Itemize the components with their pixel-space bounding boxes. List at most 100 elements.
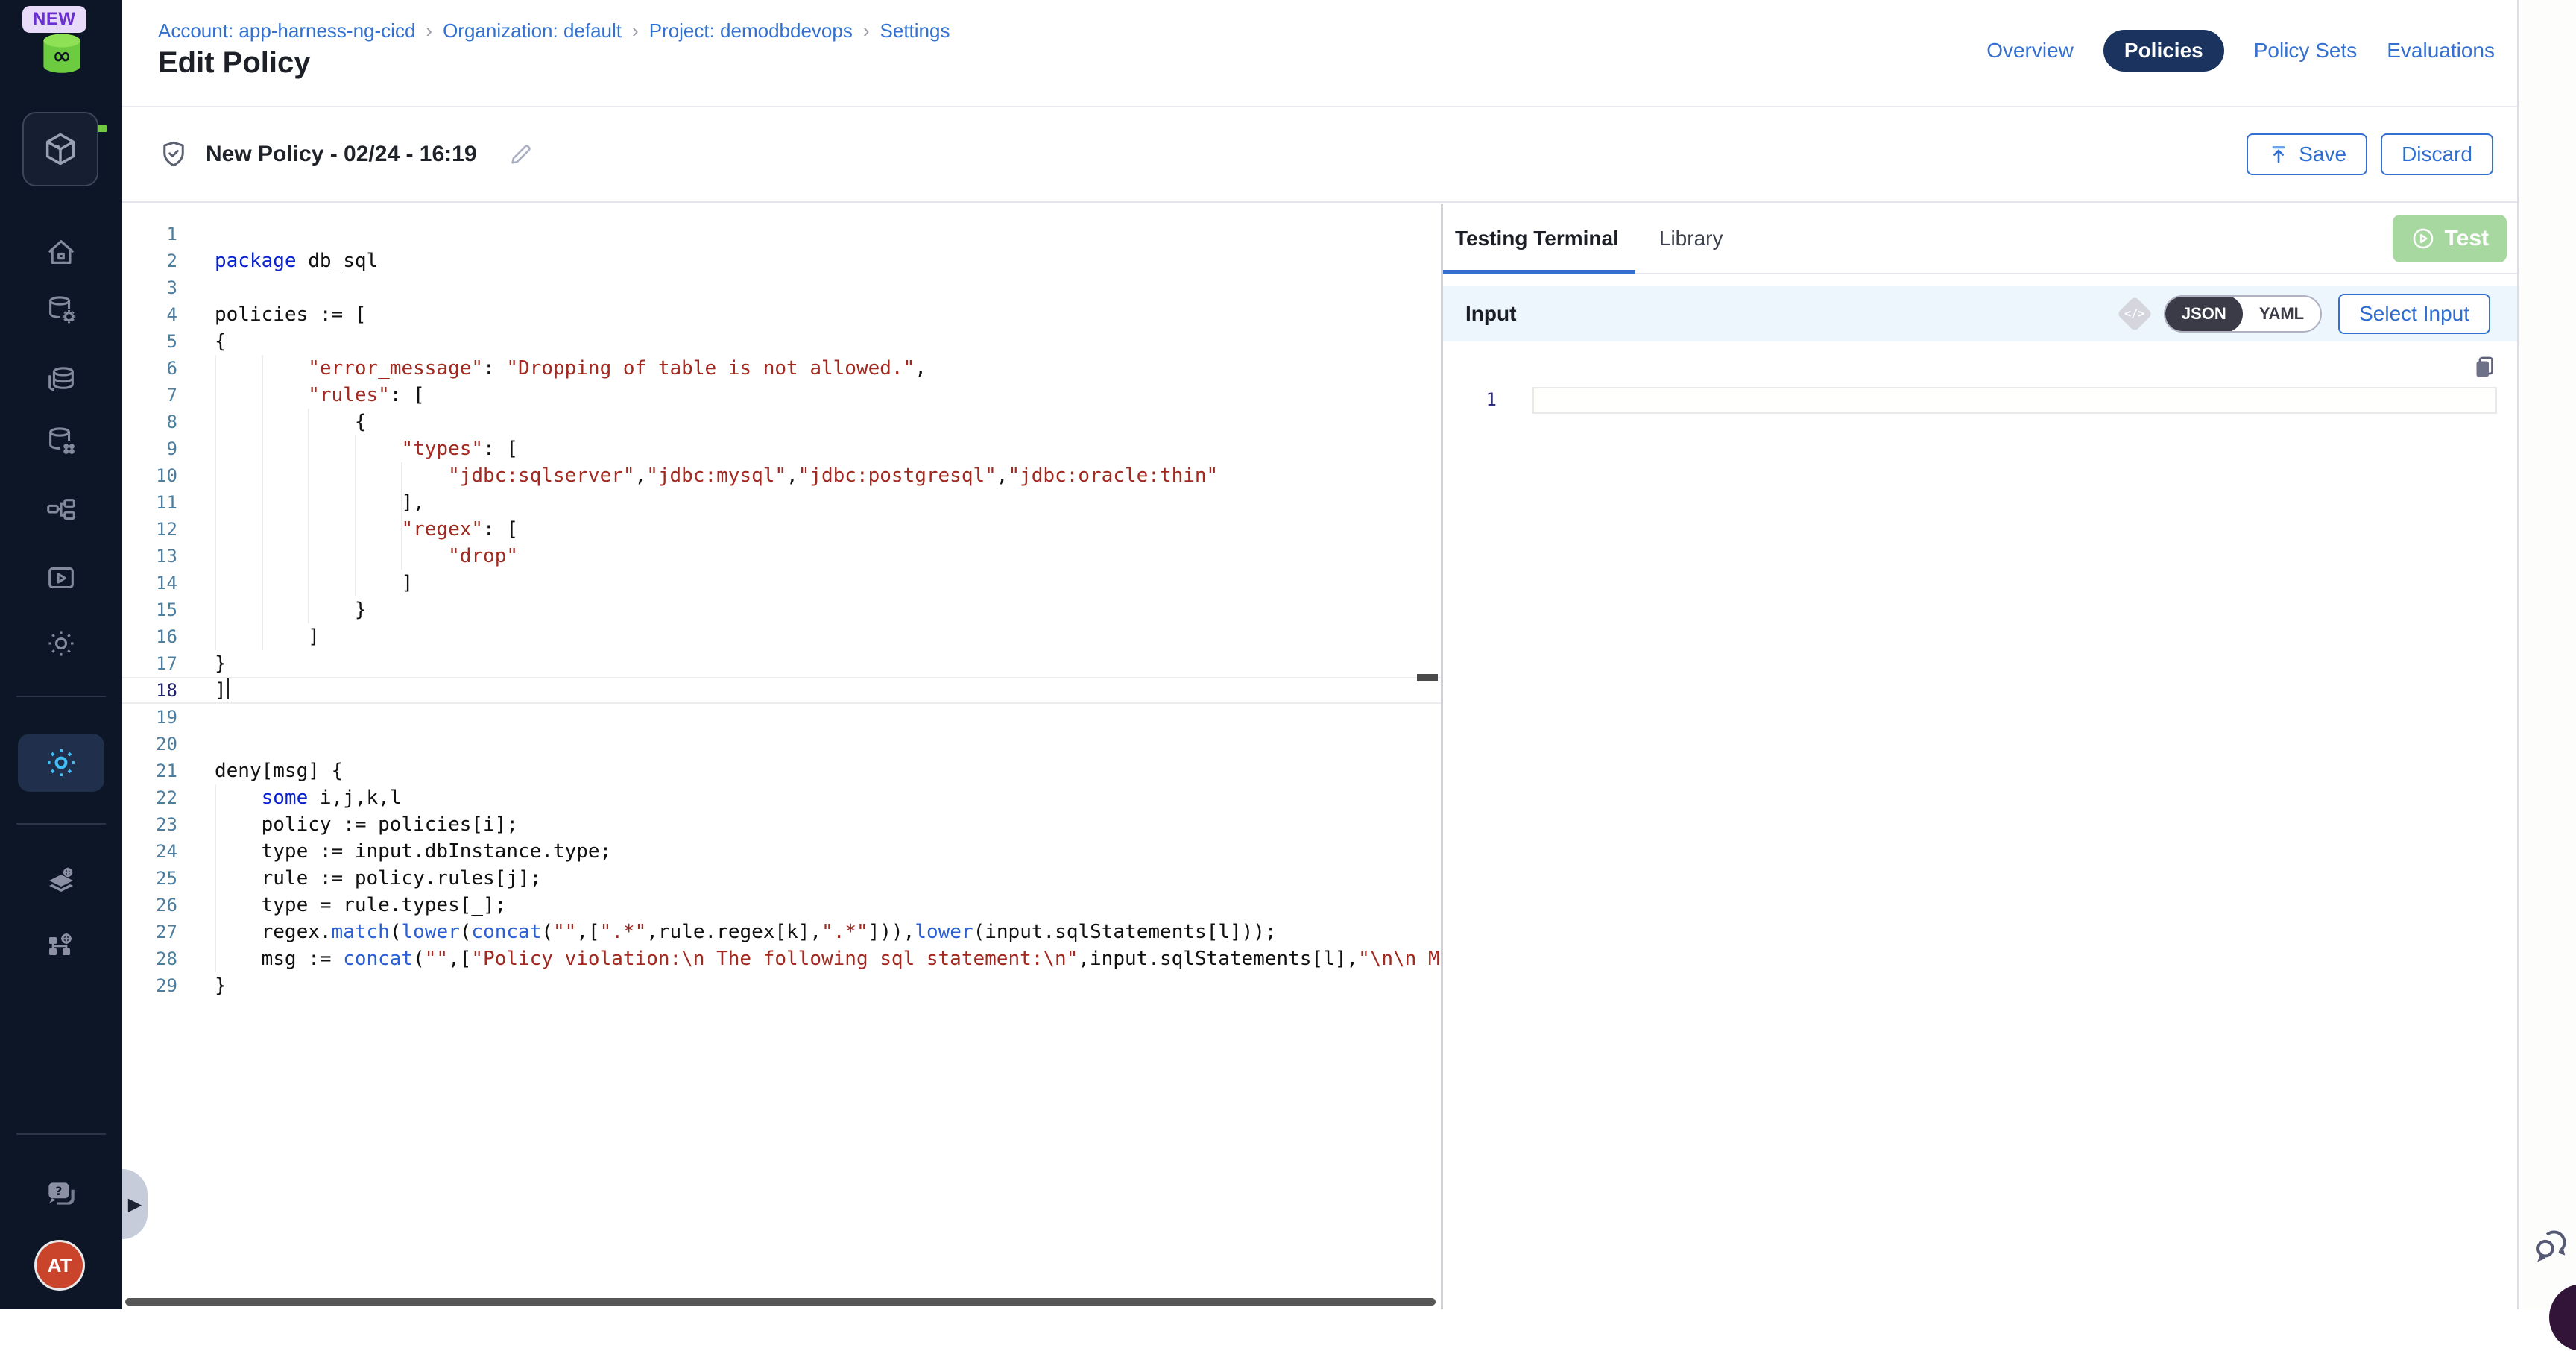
- expression-icon[interactable]: </>: [2117, 296, 2153, 332]
- sidebar-item-executions[interactable]: [0, 561, 122, 596]
- select-input-button[interactable]: Select Input: [2338, 294, 2490, 334]
- support-chat-button[interactable]: [2531, 1224, 2572, 1266]
- code-line: 15 }: [122, 596, 1441, 623]
- testing-panel-header: Testing Terminal Library Test: [1443, 204, 2517, 274]
- code-line: 24 type := input.dbInstance.type;: [122, 838, 1441, 865]
- input-current-line[interactable]: [1532, 387, 2497, 414]
- gear-icon: [44, 626, 78, 661]
- tab-overview[interactable]: Overview: [1986, 39, 2074, 63]
- tab-library[interactable]: Library: [1659, 227, 1723, 251]
- policy-toolbar: New Policy - 02/24 - 16:19 Save Discard: [122, 106, 2517, 203]
- right-utility-rail: [2517, 0, 2576, 1309]
- code-line: 13 "drop": [122, 543, 1441, 570]
- code-line: 6 "error_message": "Dropping of table is…: [122, 355, 1441, 382]
- code-line: 10 "jdbc:sqlserver","jdbc:mysql","jdbc:p…: [122, 462, 1441, 489]
- sidebar-item-home[interactable]: [0, 236, 122, 270]
- code-line: 8 {: [122, 409, 1441, 435]
- svg-text:?: ?: [55, 1185, 62, 1198]
- breadcrumb-organization-link[interactable]: Organization: default: [443, 19, 622, 42]
- code-line: 3: [122, 274, 1441, 301]
- harness-dbdevops-logo-icon[interactable]: ∞: [34, 27, 89, 81]
- breadcrumb-separator: ›: [863, 19, 870, 42]
- database-gear-icon: [44, 293, 78, 327]
- play-box-icon: [44, 561, 78, 596]
- sidebar-divider: [16, 1133, 106, 1135]
- code-line: 20: [122, 731, 1441, 758]
- database-stack-icon: [44, 362, 78, 396]
- main-content: Account: app-harness-ng-cicd › Organizat…: [122, 0, 2517, 1309]
- sidebar-item-settings-active[interactable]: [18, 734, 104, 792]
- code-line: 12 "regex": [: [122, 516, 1441, 543]
- overview-ruler-cursor-mark: [1417, 674, 1438, 681]
- code-line: 11 ],: [122, 489, 1441, 516]
- breadcrumb: Account: app-harness-ng-cicd › Organizat…: [158, 19, 950, 42]
- tab-evaluations[interactable]: Evaluations: [2387, 39, 2495, 63]
- code-line: 27 regex.match(lower(concat("",[".*",rul…: [122, 919, 1441, 945]
- left-nav-sidebar: NEW ∞: [0, 0, 122, 1309]
- code-line: 28 msg := concat("",["Policy violation:\…: [122, 945, 1441, 972]
- home-icon: [44, 236, 78, 270]
- discard-button[interactable]: Discard: [2381, 133, 2493, 175]
- help-chat-icon: ?: [42, 1175, 80, 1212]
- sidebar-item-databases[interactable]: [0, 362, 122, 396]
- code-line: 19: [122, 704, 1441, 731]
- upload-icon: [2267, 143, 2290, 166]
- input-label: Input: [1465, 302, 1516, 326]
- chat-bubbles-icon: [2531, 1224, 2572, 1266]
- test-input-editor[interactable]: 1: [1443, 341, 2517, 640]
- sidebar-divider: [16, 696, 106, 697]
- network-gear-icon: [43, 927, 79, 963]
- code-line: 17}: [122, 650, 1441, 677]
- sidebar-item-environments[interactable]: [0, 863, 122, 898]
- sidebar-item-config[interactable]: [0, 626, 122, 661]
- test-label: Test: [2445, 226, 2489, 251]
- code-line: 22 some i,j,k,l: [122, 784, 1441, 811]
- tab-testing-terminal[interactable]: Testing Terminal: [1455, 227, 1619, 251]
- text-cursor: [227, 678, 229, 699]
- gear-active-icon: [43, 745, 79, 781]
- play-circle-icon: [2411, 226, 2436, 251]
- policy-code-editor[interactable]: 12package db_sql34policies := [5{6 "erro…: [122, 204, 1441, 1309]
- save-label: Save: [2299, 142, 2346, 166]
- breadcrumb-project-link[interactable]: Project: demodbdevops: [649, 19, 853, 42]
- code-line: 23 policy := policies[i];: [122, 811, 1441, 838]
- sidebar-item-help[interactable]: ?: [0, 1175, 122, 1212]
- flow-tree-icon: [44, 495, 78, 529]
- discard-label: Discard: [2402, 142, 2472, 166]
- save-button[interactable]: Save: [2247, 133, 2367, 175]
- test-button[interactable]: Test: [2393, 215, 2507, 262]
- sidebar-item-infrastructure[interactable]: [0, 927, 122, 963]
- format-yaml[interactable]: YAML: [2243, 295, 2320, 333]
- database-dots-icon: [44, 424, 78, 459]
- format-json[interactable]: JSON: [2165, 295, 2243, 333]
- code-line: 7 "rules": [: [122, 382, 1441, 409]
- tab-policies[interactable]: Policies: [2103, 30, 2224, 72]
- code-line: 21deny[msg] {: [122, 758, 1441, 784]
- shield-check-icon: [158, 139, 189, 170]
- copy-icon: [2471, 353, 2498, 380]
- code-line: 25 rule := policy.rules[j];: [122, 865, 1441, 892]
- breadcrumb-settings-link[interactable]: Settings: [880, 19, 950, 42]
- code-line: 26 type = rule.types[_];: [122, 892, 1441, 919]
- module-selector[interactable]: [22, 112, 98, 186]
- breadcrumb-account-link[interactable]: Account: app-harness-ng-cicd: [158, 19, 415, 42]
- user-avatar[interactable]: AT: [34, 1240, 85, 1291]
- format-toggle: JSON YAML: [2164, 295, 2322, 333]
- code-line: 1: [122, 221, 1441, 248]
- sidebar-item-pipelines[interactable]: [0, 495, 122, 529]
- editor-horizontal-scrollbar[interactable]: [125, 1298, 1436, 1306]
- chevron-right-icon: ▶: [128, 1194, 142, 1215]
- edit-pencil-icon[interactable]: [507, 141, 534, 168]
- policy-name: New Policy - 02/24 - 16:19: [206, 142, 477, 167]
- sidebar-item-db-instances[interactable]: [0, 424, 122, 459]
- sidebar-item-db-settings[interactable]: [0, 293, 122, 327]
- top-nav-tabs: Overview Policies Policy Sets Evaluation…: [1986, 30, 2495, 72]
- code-line: 4policies := [: [122, 301, 1441, 328]
- svg-text:∞: ∞: [53, 43, 72, 69]
- copy-button[interactable]: [2471, 353, 2498, 380]
- input-line-number: 1: [1443, 387, 1518, 412]
- code-line: 29}: [122, 972, 1441, 999]
- tab-policy-sets[interactable]: Policy Sets: [2254, 39, 2358, 63]
- code-lines: 12package db_sql34policies := [5{6 "erro…: [122, 221, 1441, 999]
- testing-panel: Testing Terminal Library Test Input </> …: [1441, 204, 2517, 1309]
